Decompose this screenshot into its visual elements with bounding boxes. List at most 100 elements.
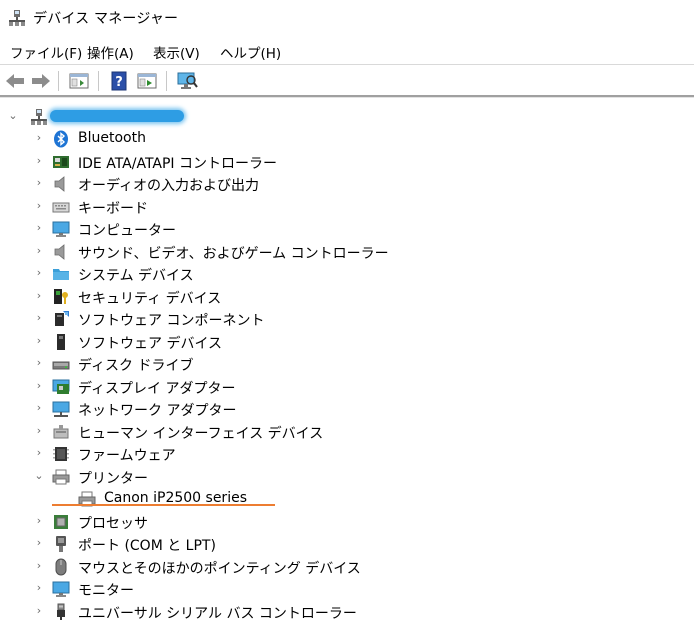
forward-icon (32, 74, 50, 88)
hid-icon (53, 425, 69, 439)
tree-category[interactable]: › ユニバーサル シリアル バス コントローラー (0, 601, 694, 623)
software-device-icon (57, 334, 65, 350)
tree-category[interactable]: › キーボード (0, 196, 694, 218)
pane-border-inner (0, 97, 694, 98)
window-title: デバイス マネージャー (33, 11, 179, 27)
chevron-right-icon[interactable]: › (33, 582, 45, 594)
tree-category[interactable]: › オーディオの入力および出力 (0, 173, 694, 195)
tree-category[interactable]: › マウスとそのほかのポインティング デバイス (0, 556, 694, 578)
port-icon (56, 536, 66, 552)
chevron-right-icon[interactable]: › (33, 537, 45, 549)
tree-label: サウンド、ビデオ、およびゲーム コントローラー (78, 246, 389, 262)
computer-icon (52, 221, 70, 237)
svg-text:?: ? (115, 75, 123, 90)
chevron-right-icon[interactable]: › (33, 560, 45, 572)
tree-category[interactable]: › ディスク ドライブ (0, 353, 694, 375)
toolbar-separator (98, 71, 99, 91)
tree-label: ユニバーサル シリアル バス コントローラー (78, 606, 357, 622)
chevron-right-icon[interactable]: › (33, 200, 45, 212)
tree-label: セキュリティ デバイス (78, 291, 222, 307)
tree-category[interactable]: › Bluetooth (0, 128, 694, 150)
monitor-scan-icon (177, 72, 198, 89)
tree-label: Bluetooth (78, 130, 146, 146)
ide-controller-icon (53, 156, 69, 168)
run-button[interactable] (136, 70, 158, 92)
tree-label: ポート (COM と LPT) (78, 538, 216, 554)
folder-icon (53, 269, 69, 280)
chevron-right-icon[interactable]: › (33, 515, 45, 527)
tree-label: ソフトウェア デバイス (78, 336, 223, 352)
chevron-right-icon[interactable]: › (33, 605, 45, 617)
scan-hardware-button[interactable] (176, 70, 198, 92)
bluetooth-icon (54, 130, 68, 148)
tree-category[interactable]: › システム デバイス (0, 263, 694, 285)
chevron-right-icon[interactable]: › (33, 380, 45, 392)
tree-category[interactable]: › ヒューマン インターフェイス デバイス (0, 421, 694, 443)
properties-button[interactable] (68, 70, 90, 92)
security-key-icon (54, 289, 68, 304)
monitor-icon (52, 581, 70, 597)
keyboard-icon (52, 202, 70, 213)
tree-label: コンピューター (78, 223, 176, 239)
menu-divider (0, 64, 694, 65)
tree-category[interactable]: › プロセッサ (0, 511, 694, 533)
help-icon: ? (111, 71, 127, 91)
computer-root-icon (31, 109, 47, 125)
display-adapter-icon (52, 379, 70, 394)
help-button[interactable]: ? (108, 70, 130, 92)
chevron-right-icon[interactable]: › (33, 177, 45, 189)
tree-category[interactable]: › サウンド、ビデオ、およびゲーム コントローラー (0, 241, 694, 263)
chevron-right-icon[interactable]: › (33, 447, 45, 459)
tree-category[interactable]: › ソフトウェア デバイス (0, 331, 694, 353)
chevron-down-icon[interactable]: ⌄ (7, 110, 19, 122)
usb-icon (57, 603, 65, 620)
chevron-right-icon[interactable]: › (33, 402, 45, 414)
chevron-right-icon[interactable]: › (33, 222, 45, 234)
software-component-icon (55, 311, 69, 326)
tree-label: ディスク ドライブ (78, 358, 194, 374)
back-icon (6, 74, 24, 88)
tree-category[interactable]: › ソフトウェア コンポーネント (0, 308, 694, 330)
device-manager-icon (9, 10, 25, 26)
tree-category[interactable]: ⌄ プリンター (0, 466, 694, 488)
chevron-down-icon[interactable]: ⌄ (33, 470, 45, 482)
tree-category[interactable]: › セキュリティ デバイス (0, 286, 694, 308)
tree-label: ファームウェア (78, 448, 176, 464)
tree-category[interactable]: › ネットワーク アダプター (0, 398, 694, 420)
menu-action[interactable]: 操作(A) (87, 42, 134, 62)
menu-file[interactable]: ファイル(F) (10, 42, 82, 62)
chevron-right-icon[interactable]: › (33, 312, 45, 324)
tree-device[interactable]: Canon iP2500 series (0, 488, 694, 510)
printer-icon (52, 469, 70, 485)
tree-category[interactable]: › ポート (COM と LPT) (0, 533, 694, 555)
chevron-right-icon[interactable]: › (33, 290, 45, 302)
tree-label: プリンター (78, 471, 148, 487)
menu-view[interactable]: 表示(V) (153, 42, 200, 62)
tree-label: ソフトウェア コンポーネント (78, 313, 265, 329)
tree-category[interactable]: › ファームウェア (0, 443, 694, 465)
menu-bar: ファイル(F) 操作(A) 表示(V) ヘルプ(H) (0, 40, 694, 62)
tree-label: ネットワーク アダプター (78, 403, 237, 419)
firmware-icon (53, 447, 69, 461)
chevron-right-icon[interactable]: › (33, 335, 45, 347)
chevron-right-icon[interactable]: › (33, 267, 45, 279)
network-adapter-icon (52, 401, 70, 417)
redacted-computer-name (50, 110, 184, 122)
tree-category[interactable]: › ディスプレイ アダプター (0, 376, 694, 398)
forward-button[interactable] (30, 70, 52, 92)
tree-category[interactable]: › モニター (0, 578, 694, 600)
tree-label: プロセッサ (78, 516, 148, 532)
tree-category[interactable]: › IDE ATA/ATAPI コントローラー (0, 151, 694, 173)
chevron-right-icon[interactable]: › (33, 155, 45, 167)
chevron-right-icon[interactable]: › (33, 132, 45, 144)
processor-icon (54, 515, 68, 529)
back-button[interactable] (4, 70, 26, 92)
menu-help[interactable]: ヘルプ(H) (220, 42, 281, 62)
tree-label: IDE ATA/ATAPI コントローラー (78, 156, 278, 172)
tree-category[interactable]: › コンピューター (0, 218, 694, 240)
tree-label: システム デバイス (78, 268, 194, 284)
chevron-right-icon[interactable]: › (33, 245, 45, 257)
chevron-right-icon[interactable]: › (33, 357, 45, 369)
chevron-right-icon[interactable]: › (33, 425, 45, 437)
tree-label: ディスプレイ アダプター (78, 381, 236, 397)
